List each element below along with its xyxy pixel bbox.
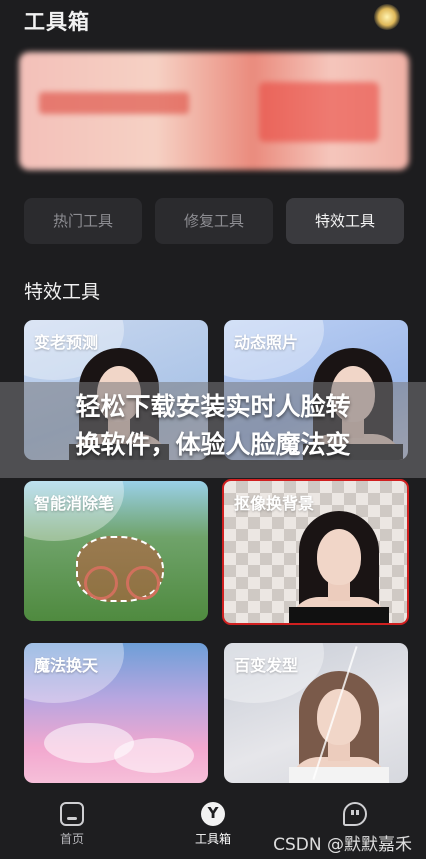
tab-effect-tools[interactable]: 特效工具 [286,198,404,244]
card-smart-eraser[interactable]: 智能消除笔 [24,481,208,621]
toolbox-icon [201,802,225,826]
nav-toolbox[interactable]: 工具箱 [178,802,248,847]
headline-text: 轻松下载安装实时人脸转 换软件，体验人脸魔法变 [75,392,351,459]
tab-hot-tools[interactable]: 热门工具 [24,198,142,244]
message-icon [343,802,367,826]
tool-category-tabs: 热门工具 修复工具 特效工具 [24,198,404,244]
cloud-shape [114,738,194,773]
card-cutout-background[interactable]: 抠像换背景 [222,479,409,625]
portrait-image [284,671,394,783]
nav-messages[interactable] [320,802,390,826]
section-title: 特效工具 [24,281,101,303]
page-title: 工具箱 [24,10,90,34]
sparkle-icon[interactable] [374,4,400,30]
card-label: 抠像换背景 [234,494,315,513]
card-label: 动态照片 [234,333,299,352]
bicycle-wheel-icon [84,566,118,600]
card-label: 百变发型 [234,656,299,675]
nav-label: 首页 [59,832,84,846]
card-hairstyle[interactable]: 百变发型 [224,643,408,783]
card-label: 变老预测 [34,333,99,352]
portrait-image [284,511,394,623]
tab-repair-tools[interactable]: 修复工具 [155,198,273,244]
header: 工具箱 [0,0,426,42]
home-icon [60,802,84,826]
bicycle-wheel-icon [126,566,160,600]
headline-overlay: 轻松下载安装实时人脸转 换软件，体验人脸魔法变 [0,382,426,478]
card-label: 魔法换天 [34,656,99,675]
card-label: 智能消除笔 [34,494,115,513]
watermark: CSDN @默默嘉禾 [273,835,412,855]
card-magic-sky[interactable]: 魔法换天 [24,643,208,783]
promo-banner[interactable] [19,52,409,170]
nav-label: 工具箱 [194,832,231,846]
nav-home[interactable]: 首页 [37,802,107,847]
